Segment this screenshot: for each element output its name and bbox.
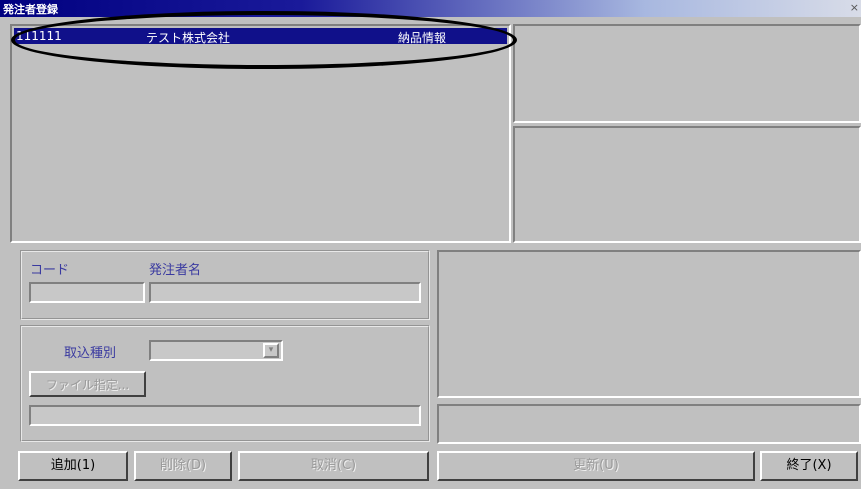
info-panel-top — [513, 24, 861, 123]
close-icon[interactable]: × — [850, 1, 859, 14]
orderer-name-field[interactable] — [149, 282, 421, 303]
update-button[interactable]: 更新(U) — [437, 451, 755, 481]
status-panel — [437, 404, 861, 444]
file-path-field[interactable] — [29, 405, 421, 426]
dropdown-arrow-icon[interactable]: ▾ — [263, 343, 279, 358]
list-item-type: 納品情報 — [398, 31, 447, 45]
list-item-code: 111111 — [16, 29, 62, 43]
add-button[interactable]: 追加(1) — [18, 451, 128, 481]
orderer-name-label: 発注者名 — [149, 263, 202, 278]
import-type-select[interactable]: ▾ — [149, 340, 283, 361]
file-specify-button[interactable]: ファイル指定... — [29, 371, 146, 397]
detail-panel — [437, 250, 861, 398]
window-title: 発注者登録 — [3, 3, 58, 16]
exit-button[interactable]: 終了(X) — [760, 451, 858, 481]
chevron-down-icon: ▾ — [268, 345, 274, 355]
orderer-list[interactable]: 111111 テスト株式会社 納品情報 — [10, 24, 511, 243]
code-label: コード — [30, 263, 70, 278]
list-item[interactable]: 111111 テスト株式会社 納品情報 — [14, 28, 507, 45]
code-field[interactable] — [29, 282, 145, 303]
info-panel-middle — [513, 126, 861, 243]
cancel-button[interactable]: 取消(C) — [238, 451, 429, 481]
import-type-label: 取込種別 — [64, 346, 117, 361]
title-bar: 発注者登録 × — [0, 0, 861, 17]
delete-button[interactable]: 削除(D) — [134, 451, 232, 481]
list-item-name: テスト株式会社 — [146, 31, 231, 45]
